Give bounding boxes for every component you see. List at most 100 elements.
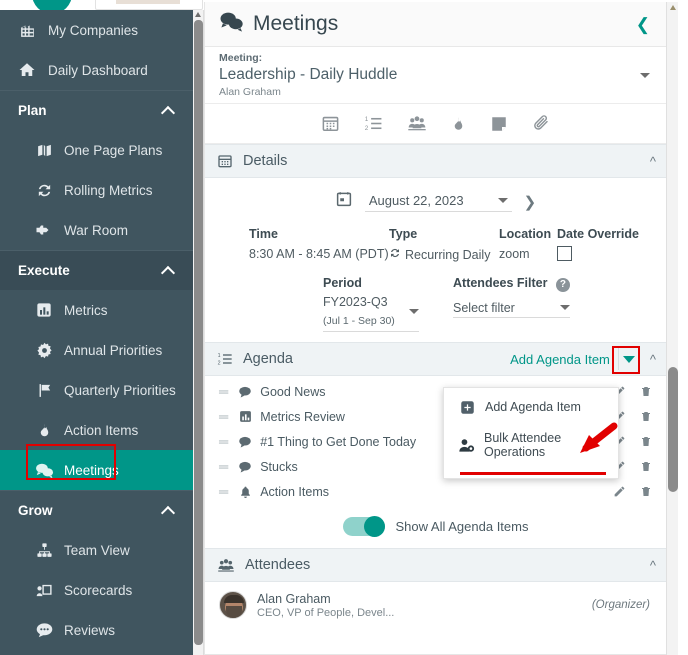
type-header: Type [389, 227, 418, 241]
row-actions [613, 485, 652, 498]
caret-down-icon[interactable] [640, 72, 650, 78]
scroll-up-arrow-icon[interactable] [195, 12, 201, 17]
date-override-checkbox[interactable] [557, 246, 572, 261]
sidebar-group-execute[interactable]: Execute [0, 250, 193, 290]
menu-item-add-agenda-item[interactable]: Add Agenda Item [444, 388, 618, 426]
details-section-header[interactable]: Details ^ [205, 144, 666, 178]
caret-down-icon[interactable] [559, 305, 570, 310]
chevron-up-icon[interactable]: ^ [650, 558, 656, 573]
sidebar-item-action-items[interactable]: Action Items [0, 410, 193, 450]
chevron-up-icon[interactable]: ^ [650, 352, 656, 367]
agenda-menu-caret-button[interactable] [617, 348, 640, 370]
show-all-agenda-items-toggle[interactable] [342, 516, 385, 537]
agenda-section-header: 1 2 Agenda Add Agenda Item ^ [205, 342, 666, 376]
note-icon[interactable] [490, 115, 508, 133]
svg-text:2: 2 [365, 125, 369, 132]
chevron-up-icon [162, 104, 175, 117]
flame-icon[interactable] [451, 114, 466, 133]
company-logo-card[interactable] [95, 0, 203, 10]
paperclip-icon[interactable] [532, 114, 550, 133]
sidebar-item-rolling-metrics[interactable]: Rolling Metrics [0, 170, 193, 210]
page-title: Meetings [219, 11, 338, 38]
caret-down-icon[interactable] [409, 308, 419, 314]
scrollbar-thumb[interactable] [194, 20, 203, 645]
table-row[interactable]: ═ Action Items [205, 479, 666, 504]
sidebar-item-label: Meetings [64, 462, 119, 478]
meeting-label: Meeting: [219, 52, 263, 64]
agenda-dropdown-menu: Add Agenda Item Bulk Attendee Operations [443, 387, 619, 479]
sidebar-group-plan[interactable]: Plan [0, 90, 193, 130]
agenda-title: Agenda [243, 351, 293, 367]
meeting-selector[interactable]: Meeting: Leadership - Daily Huddle Alan … [205, 47, 666, 104]
svg-text:1: 1 [218, 353, 221, 359]
plane-icon [32, 221, 56, 239]
drag-handle-icon[interactable]: ═ [219, 434, 228, 449]
numbered-list-icon[interactable]: 1 2 [364, 114, 383, 133]
page-title-label: Meetings [253, 12, 339, 35]
right-gutter [678, 0, 688, 655]
sidebar-item-reviews[interactable]: Reviews [0, 610, 193, 650]
calendar-day-icon[interactable] [335, 190, 353, 213]
add-agenda-item-link[interactable]: Add Agenda Item [510, 352, 610, 367]
chat-bubbles-icon [32, 462, 56, 479]
flame-icon [32, 422, 56, 438]
sidebar-item-team-view[interactable]: Team View [0, 530, 193, 570]
chevron-right-icon[interactable]: ❯ [524, 193, 537, 211]
menu-item-label: Bulk Attendee Operations [484, 431, 562, 459]
attendees-icon[interactable] [407, 114, 427, 133]
drag-handle-icon[interactable]: ═ [219, 459, 228, 474]
refresh-icon [32, 182, 56, 199]
drag-handle-icon[interactable]: ═ [219, 484, 228, 499]
attendee-tag: (Organizer) [591, 599, 650, 611]
sidebar-item-daily-dashboard[interactable]: Daily Dashboard [0, 50, 193, 90]
period-select[interactable]: FY2023-Q3 (Jul 1 - Sep 30) [323, 293, 419, 332]
scroll-up-arrow-icon[interactable] [670, 5, 676, 10]
buildings-icon [14, 22, 40, 39]
drag-handle-icon[interactable]: ═ [219, 409, 228, 424]
trash-icon[interactable] [640, 410, 652, 423]
date-navigator: August 22, 2023 ❯ [205, 184, 666, 217]
sidebar-scrollbar[interactable] [193, 10, 204, 655]
pencil-icon[interactable] [613, 485, 626, 498]
menu-item-bulk-attendee-operations[interactable]: Bulk Attendee Operations [444, 426, 618, 464]
chevron-left-icon[interactable]: ❮ [636, 16, 650, 33]
date-value: August 22, 2023 [368, 193, 464, 208]
drag-handle-icon[interactable]: ═ [219, 384, 228, 399]
sidebar-group-label: Execute [18, 263, 70, 278]
calendar-icon[interactable] [321, 114, 340, 133]
sidebar-item-my-companies[interactable]: My Companies [0, 10, 193, 50]
trash-icon[interactable] [640, 435, 652, 448]
sidebar-item-war-room[interactable]: War Room [0, 210, 193, 250]
sidebar-item-annual-priorities[interactable]: Annual Priorities [0, 330, 193, 370]
trash-icon[interactable] [640, 460, 652, 473]
details-body: August 22, 2023 ❯ Time 8:30 AM - 8:45 AM… [205, 178, 666, 342]
avatar [219, 591, 247, 619]
svg-text:2: 2 [218, 360, 221, 366]
sidebar-item-scorecards[interactable]: Scorecards [0, 570, 193, 610]
chat-bubble-icon [237, 461, 253, 473]
chat-bubble-icon [237, 386, 253, 398]
attendees-section-header[interactable]: Attendees ^ [205, 548, 666, 582]
avatar-beard [226, 606, 242, 618]
sidebar-group-grow[interactable]: Grow [0, 490, 193, 530]
attendee-name: Alan Graham [257, 591, 331, 606]
date-select[interactable]: August 22, 2023 [364, 191, 512, 212]
toggle-knob [363, 516, 385, 537]
scrollbar-thumb[interactable] [668, 367, 678, 492]
trash-icon[interactable] [640, 385, 652, 398]
attendees-filter-placeholder: Select filter [453, 300, 515, 315]
caret-down-icon[interactable] [497, 198, 508, 203]
question-mark-icon[interactable]: ? [555, 277, 570, 292]
sidebar-item-metrics[interactable]: Metrics [0, 290, 193, 330]
time-header: Time [249, 227, 278, 241]
meeting-name: Leadership - Daily Huddle [219, 66, 398, 83]
trash-icon[interactable] [640, 485, 652, 498]
attendees-filter-select[interactable]: Select filter [453, 301, 570, 318]
sidebar-item-one-page-plans[interactable]: One Page Plans [0, 130, 193, 170]
list-item[interactable]: Alan Graham CEO, VP of People, Devel... … [205, 582, 666, 628]
panel-scrollbar[interactable] [666, 2, 678, 655]
sidebar-item-meetings[interactable]: Meetings [0, 450, 193, 490]
chat-bubbles-icon [219, 11, 244, 38]
sidebar-item-quarterly-priorities[interactable]: Quarterly Priorities [0, 370, 193, 410]
chevron-up-icon[interactable]: ^ [650, 154, 656, 169]
